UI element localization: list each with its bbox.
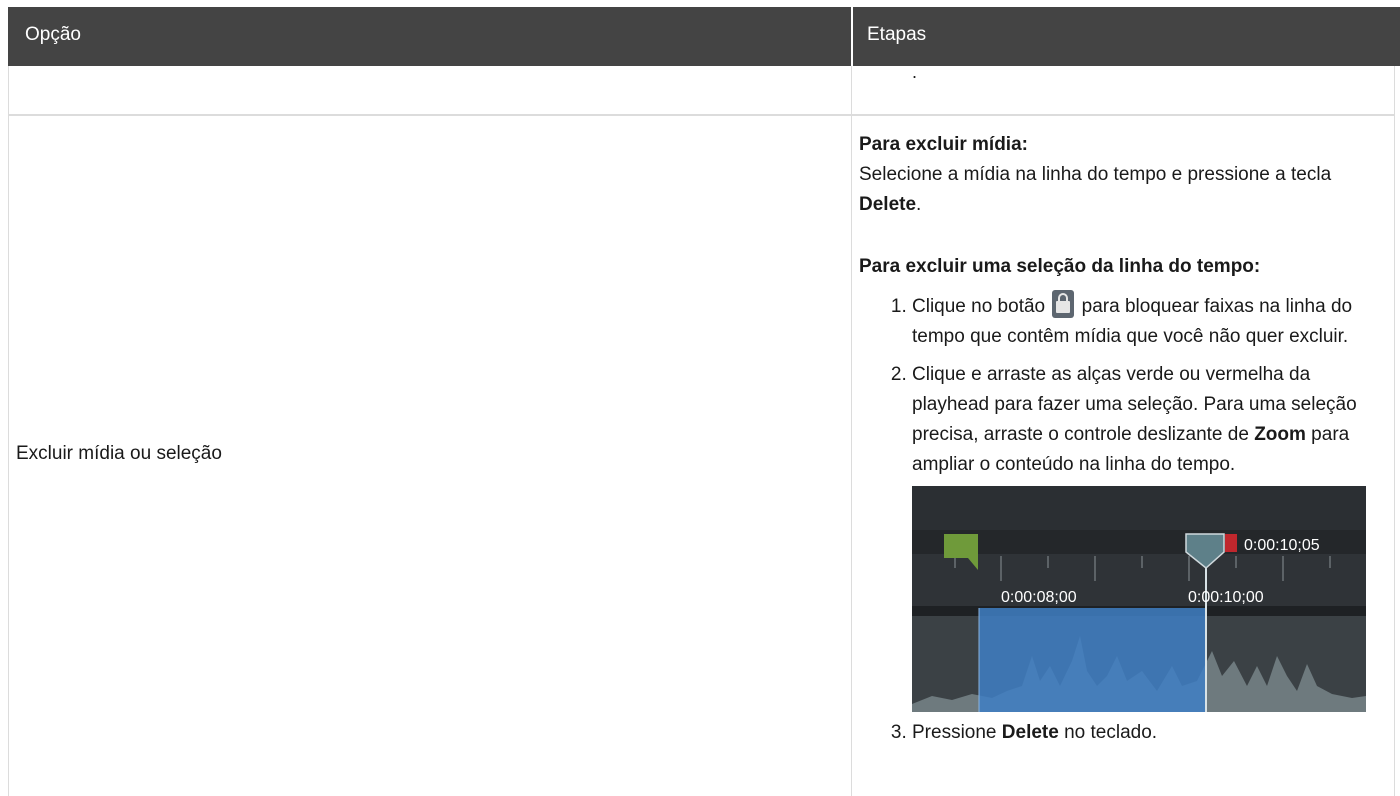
header-option: Opção xyxy=(25,24,81,45)
lock-icon xyxy=(1052,290,1075,318)
selection-steps-list: Clique no botão para bloquear faixas na … xyxy=(859,290,1379,748)
selection-region xyxy=(979,608,1206,712)
zoom-label: Zoom xyxy=(1254,424,1306,445)
tick-label-1: 0:00:08;00 xyxy=(1001,589,1077,606)
selection-heading: Para excluir uma seleção da linha do tem… xyxy=(859,256,1261,277)
row-divider xyxy=(8,114,1395,116)
list-item: Pressione Delete no teclado. xyxy=(912,718,1379,748)
header-divider xyxy=(851,7,853,66)
table-header: Opção Etapas xyxy=(8,7,1400,66)
list-item: Clique e arraste as alças verde ou verme… xyxy=(912,360,1379,712)
right-border xyxy=(1394,66,1395,796)
out-marker xyxy=(1225,534,1237,552)
steps-cell: Para excluir mídia: Selecione a mídia na… xyxy=(859,130,1379,756)
tick-label-2: 0:00:10;00 xyxy=(1188,589,1264,606)
playhead-time: 0:00:10;05 xyxy=(1244,537,1320,554)
previous-row-stub: . xyxy=(912,62,918,82)
delete-key: Delete xyxy=(1001,722,1059,743)
timeline-screenshot: 0:00:10;05 0:00:08;00 0:00:10;00 xyxy=(912,486,1366,712)
list-item: Clique no botão para bloquear faixas na … xyxy=(912,290,1379,352)
media-instructions: Selecione a mídia na linha do tempo e pr… xyxy=(859,164,1332,215)
delete-key: Delete xyxy=(859,194,917,215)
media-heading: Para excluir mídia: xyxy=(859,134,1028,155)
header-steps: Etapas xyxy=(867,24,927,45)
left-border xyxy=(8,66,9,796)
column-divider xyxy=(851,66,852,796)
option-cell: Excluir mídia ou seleção xyxy=(16,443,222,464)
